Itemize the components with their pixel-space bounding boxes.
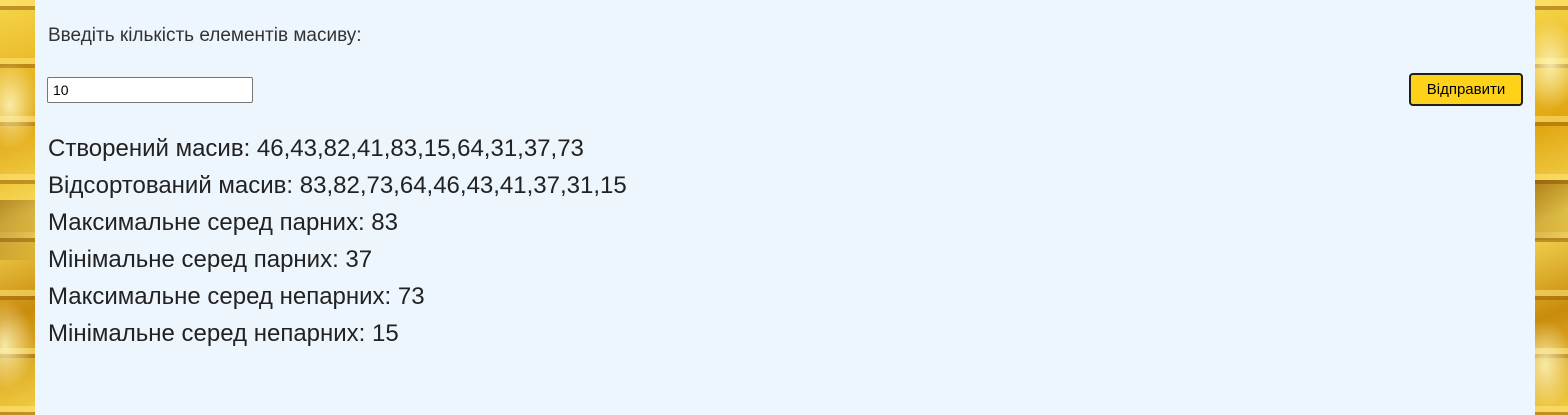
gold-background-left — [0, 0, 35, 415]
max-odd-text: Максимальне серед непарних: 73 — [48, 283, 425, 310]
element-count-input[interactable] — [47, 77, 253, 103]
gold-background-right — [1535, 0, 1568, 415]
results-list: Створений масив: 46,43,82,41,83,15,64,31… — [48, 130, 627, 352]
array-size-prompt: Введіть кількість елементів масиву: — [48, 25, 362, 46]
submit-button[interactable]: Відправити — [1409, 73, 1523, 106]
max-even-text: Максимальне серед парних: 83 — [48, 209, 398, 236]
main-panel: Введіть кількість елементів масиву: Відп… — [35, 0, 1535, 415]
min-odd-text: Мінімальне серед непарних: 15 — [48, 320, 399, 347]
min-even-text: Мінімальне серед парних: 37 — [48, 246, 373, 273]
created-array-text: Створений масив: 46,43,82,41,83,15,64,31… — [48, 135, 584, 162]
sorted-array-text: Відсортований масив: 83,82,73,64,46,43,4… — [48, 172, 627, 199]
